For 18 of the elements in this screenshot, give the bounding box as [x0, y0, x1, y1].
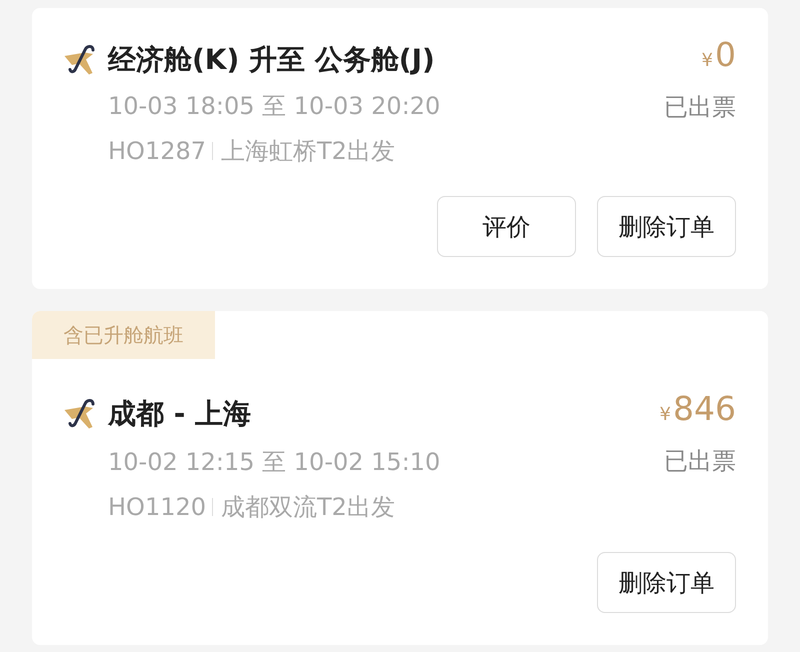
flight-time: 10-03 18:05 至 10-03 20:20: [108, 91, 440, 122]
plane-icon: [64, 44, 96, 76]
flight-title: 成都 - 上海: [108, 396, 252, 432]
ticket-status: 已出票: [664, 92, 736, 123]
flight-number: HO1287: [108, 136, 206, 167]
departure-terminal: 上海虹桥T2出发: [221, 136, 395, 167]
action-button[interactable]: 评价: [437, 196, 576, 257]
upgraded-flight-tag: 含已升舱航班: [32, 311, 215, 359]
ticket-status: 已出票: [664, 446, 736, 477]
action-button[interactable]: 删除订单: [597, 552, 736, 613]
action-button[interactable]: 删除订单: [597, 196, 736, 257]
plane-icon: [64, 398, 96, 430]
flight-time: 10-02 12:15 至 10-02 15:10: [108, 447, 440, 478]
departure-terminal: 成都双流T2出发: [221, 492, 395, 523]
price: ¥846: [660, 389, 736, 430]
flight-number: HO1120: [108, 492, 206, 523]
price: ¥0: [702, 35, 736, 76]
flight-title: 经济舱(K) 升至 公务舱(J): [108, 42, 435, 78]
